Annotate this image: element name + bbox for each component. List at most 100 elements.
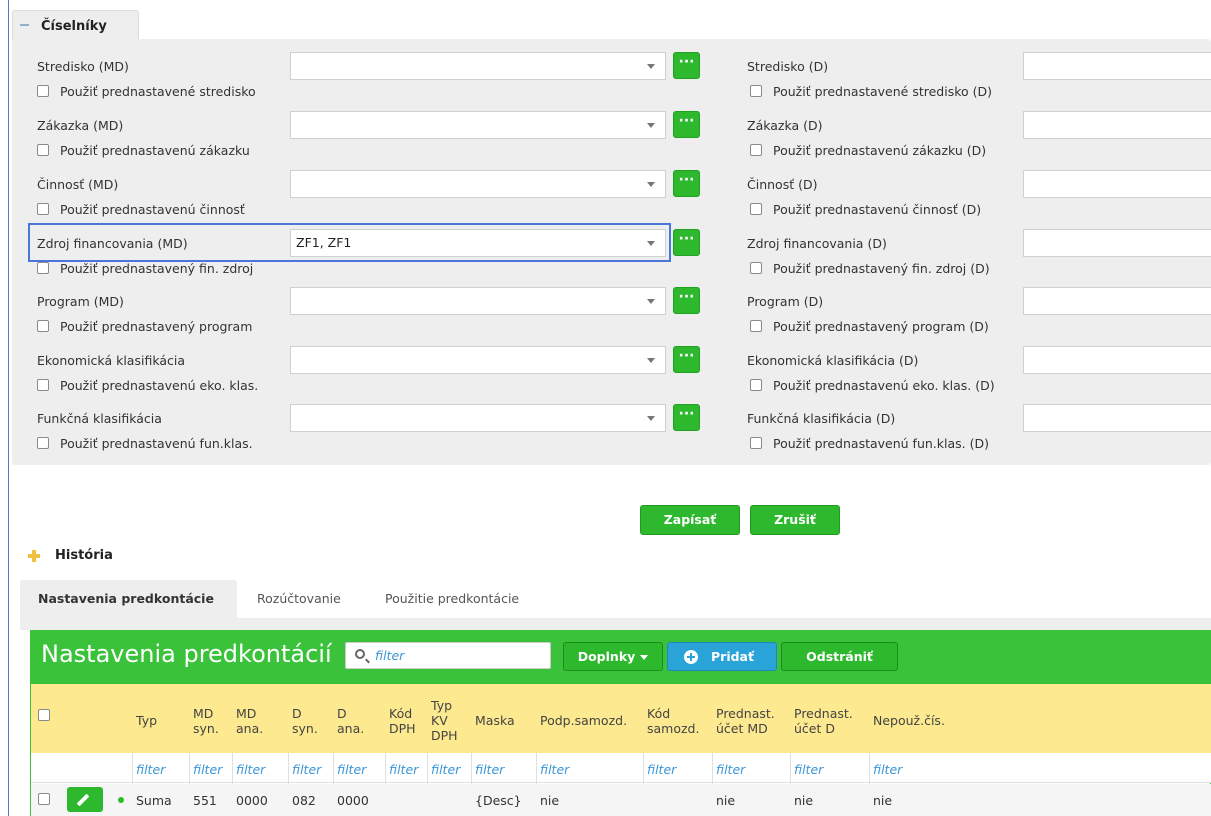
right-field-select[interactable] [1023,170,1211,198]
checkbox[interactable] [37,320,49,332]
edit-button[interactable] [67,787,103,812]
checkbox[interactable] [750,144,762,156]
right-field-select[interactable] [1023,404,1211,432]
left-field-select[interactable] [290,111,666,139]
lookup-button[interactable]: ··· [673,287,700,314]
expand-icon[interactable] [27,549,41,563]
left-checkbox-row[interactable]: Použiť prednastavené stredisko [37,83,256,99]
column-header[interactable]: Dsyn. [292,706,318,736]
column-header[interactable]: Kód DPH [389,706,416,736]
left-field-select[interactable] [290,287,666,315]
checkbox[interactable] [37,144,49,156]
column-filter[interactable]: filter [337,762,366,777]
left-field-select[interactable] [290,170,666,198]
left-checkbox-row[interactable]: Použiť prednastavenú eko. klas. [37,377,258,393]
lookup-button[interactable]: ··· [673,170,700,197]
cancel-button[interactable]: Zrušiť [750,505,840,535]
left-checkbox-row[interactable]: Použiť prednastavený fin. zdroj [37,260,253,276]
column-filter[interactable]: filter [236,762,265,777]
history-title[interactable]: História [55,548,113,563]
left-field-select[interactable] [290,346,666,374]
column-header[interactable]: Kód samozd. [647,706,699,736]
right-checkbox-row[interactable]: Použiť prednastavený program (D) [750,318,989,334]
column-filter[interactable]: filter [292,762,321,777]
checkbox[interactable] [750,85,762,97]
doplnky-dropdown-button[interactable]: Doplnky [563,642,663,671]
column-header[interactable]: Maska [475,713,515,728]
column-filter[interactable]: filter [389,762,418,777]
column-header[interactable]: Prednast. účet D [794,706,853,736]
column-header-line: Podp.samozd. [540,713,628,728]
column-header[interactable]: Nepouž.čís. [873,713,945,728]
lookup-button[interactable]: ··· [673,404,700,431]
column-header[interactable]: Typ [136,713,157,728]
column-header-line: Prednast. [716,705,775,721]
save-button[interactable]: Zapísať [640,505,740,535]
column-header-line: DPH [431,728,458,743]
left-field-label: Zákazka (MD) [37,118,124,133]
select-all-checkbox[interactable] [38,709,50,721]
collapse-icon[interactable] [20,24,29,26]
column-filter[interactable]: filter [647,762,676,777]
add-button[interactable]: Pridať [667,642,777,671]
left-field-select[interactable] [290,52,666,80]
column-filter[interactable]: filter [540,762,569,777]
left-checkbox-row[interactable]: Použiť prednastavenú zákazku [37,142,250,158]
remove-button[interactable]: Odstrániť [781,642,898,671]
lookup-button[interactable]: ··· [673,229,700,256]
checkbox[interactable] [750,262,762,274]
caret-down-icon [647,358,655,363]
lookup-button[interactable]: ··· [673,52,700,79]
left-checkbox-row[interactable]: Použiť prednastavenú fun.klas. [37,435,253,451]
checkbox[interactable] [37,437,49,449]
doplnky-label: Doplnky [577,649,636,664]
checkbox[interactable] [750,320,762,332]
search-icon [355,649,365,659]
tab-pouzitie[interactable]: Použitie predkontácie [385,580,519,618]
checkbox[interactable] [750,437,762,449]
right-field-select[interactable] [1023,52,1211,80]
right-field-select[interactable] [1023,111,1211,139]
right-checkbox-row[interactable]: Použiť prednastavenú fun.klas. (D) [750,435,989,451]
column-header[interactable]: MD syn. [193,706,219,736]
checkbox[interactable] [37,262,49,274]
right-checkbox-row[interactable]: Použiť prednastavenú eko. klas. (D) [750,377,995,393]
caret-down-icon [647,299,655,304]
checkbox[interactable] [37,85,49,97]
column-header-line: D [337,705,347,721]
right-field-select[interactable] [1023,229,1211,257]
right-field-select[interactable] [1023,346,1211,374]
column-filter[interactable]: filter [873,762,902,777]
lookup-button[interactable]: ··· [673,111,700,138]
right-checkbox-row[interactable]: Použiť prednastavené stredisko (D) [750,83,992,99]
column-filter[interactable]: filter [794,762,823,777]
column-filter[interactable]: filter [193,762,222,777]
column-filter[interactable]: filter [136,762,165,777]
right-checkbox-row[interactable]: Použiť prednastavený fin. zdroj (D) [750,260,990,276]
column-header[interactable]: MD ana. [236,706,263,736]
checkbox[interactable] [750,203,762,215]
row-checkbox[interactable] [38,793,50,805]
column-header[interactable]: Dana. [337,706,364,736]
tab-nastavenia[interactable]: Nastavenia predkontácie [20,580,237,618]
left-checkbox-row[interactable]: Použiť prednastavenú činnosť [37,201,245,217]
column-filter[interactable]: filter [431,762,460,777]
column-header-line: samozd. [647,720,700,736]
right-checkbox-row[interactable]: Použiť prednastavenú zákazku (D) [750,142,986,158]
checkbox[interactable] [37,203,49,215]
column-header[interactable]: Prednast. účet MD [716,706,775,736]
column-header-line: DPH [389,720,416,736]
column-filter[interactable]: filter [716,762,745,777]
checkbox[interactable] [750,379,762,391]
column-header[interactable]: Podp.samozd. [540,713,627,728]
tab-rozuctovanie[interactable]: Rozúčtovanie [257,580,341,618]
grid-search-input[interactable]: filter [345,642,551,669]
column-header[interactable]: Typ KV DPH [431,698,458,743]
right-checkbox-row[interactable]: Použiť prednastavenú činnosť (D) [750,201,981,217]
checkbox[interactable] [37,379,49,391]
right-field-select[interactable] [1023,287,1211,315]
left-checkbox-row[interactable]: Použiť prednastavený program [37,318,252,334]
lookup-button[interactable]: ··· [673,346,700,373]
left-field-select[interactable] [290,404,666,432]
column-filter[interactable]: filter [475,762,504,777]
